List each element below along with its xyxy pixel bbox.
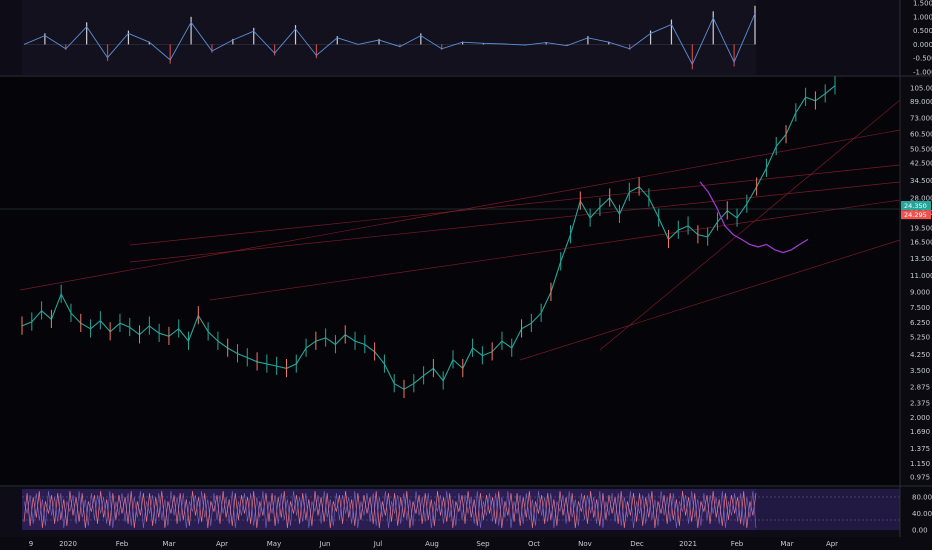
y-tick-label: 89.000 (910, 98, 932, 106)
y-tick-label: 9.000 (910, 289, 930, 297)
y-tick-label: 73.000 (910, 115, 932, 123)
x-tick-label: Mar (780, 540, 793, 548)
y-tick-label: 5.250 (910, 334, 930, 342)
y-tick-label: 50.500 (910, 145, 932, 153)
y-tick-label: -0.500 (913, 55, 932, 63)
x-tick-label: Feb (731, 540, 744, 548)
y-tick-label: 1.150 (910, 460, 930, 468)
y-tick-label: 3.500 (910, 367, 930, 375)
chart-canvas[interactable]: 1.500 1.000 0.500 0.000 -0.500 -1.000 105.000… (0, 0, 932, 550)
x-tick-label: 9 (29, 540, 33, 548)
y-tick-label: 13.500 (910, 255, 932, 263)
x-tick-label: Apr (826, 540, 838, 548)
x-tick-label: May (267, 540, 281, 548)
y-tick-label: 2.875 (910, 384, 930, 392)
x-tick-label: 2021 (679, 540, 697, 548)
x-tick-label: Sep (476, 540, 490, 548)
y-tick-label: 40.00 (912, 510, 932, 518)
y-tick-label: 60.500 (910, 130, 932, 138)
x-tick-label: Jul (373, 540, 383, 548)
price-tags: 24.35024.295 (901, 200, 931, 220)
y-tick-label: -1.000 (913, 69, 932, 77)
y-tick-label: 0.00 (912, 527, 928, 535)
y-tick-label: 0.000 (913, 41, 932, 49)
price-tag-label: 24.295 (904, 211, 927, 219)
y-tick-label: 0.500 (913, 27, 932, 35)
y-tick-label: 1.500 (913, 0, 932, 8)
oscillator-top-pane (0, 0, 900, 75)
x-tick-label: Mar (162, 540, 175, 548)
y-tick-label: 34.500 (910, 177, 932, 185)
x-tick-label: Apr (216, 540, 228, 548)
y-tick-label: 4.250 (910, 351, 930, 359)
oscillator-bottom-pane (0, 487, 900, 537)
y-tick-label: 2.000 (910, 414, 930, 422)
y-tick-label: 6.250 (910, 319, 930, 327)
y-tick-label: 2.375 (910, 399, 930, 407)
y-tick-label: 11.000 (910, 272, 932, 280)
price-tag-label: 24.350 (904, 202, 927, 210)
y-tick-label: 0.975 (910, 474, 930, 482)
x-tick-label: Dec (630, 540, 644, 548)
y-tick-label: 16.500 (910, 238, 932, 246)
x-tick-label: Oct (528, 540, 540, 548)
y-tick-label: 1.375 (910, 445, 930, 453)
y-tick-label: 105.000 (910, 85, 932, 93)
price-pane (0, 76, 901, 485)
x-tick-label: Nov (578, 540, 592, 548)
y-tick-label: 80.00 (912, 494, 932, 502)
y-tick-label: 42.500 (910, 160, 932, 168)
y-tick-label: 7.500 (910, 304, 930, 312)
y-tick-label: 19.500 (910, 224, 932, 232)
y-tick-label: 1.000 (913, 13, 932, 21)
x-tick-label: Feb (116, 540, 129, 548)
x-tick-label: Jun (319, 540, 331, 548)
x-tick-label: Aug (425, 540, 439, 548)
y-tick-label: 1.690 (910, 428, 930, 436)
x-tick-label: 2020 (59, 540, 77, 548)
